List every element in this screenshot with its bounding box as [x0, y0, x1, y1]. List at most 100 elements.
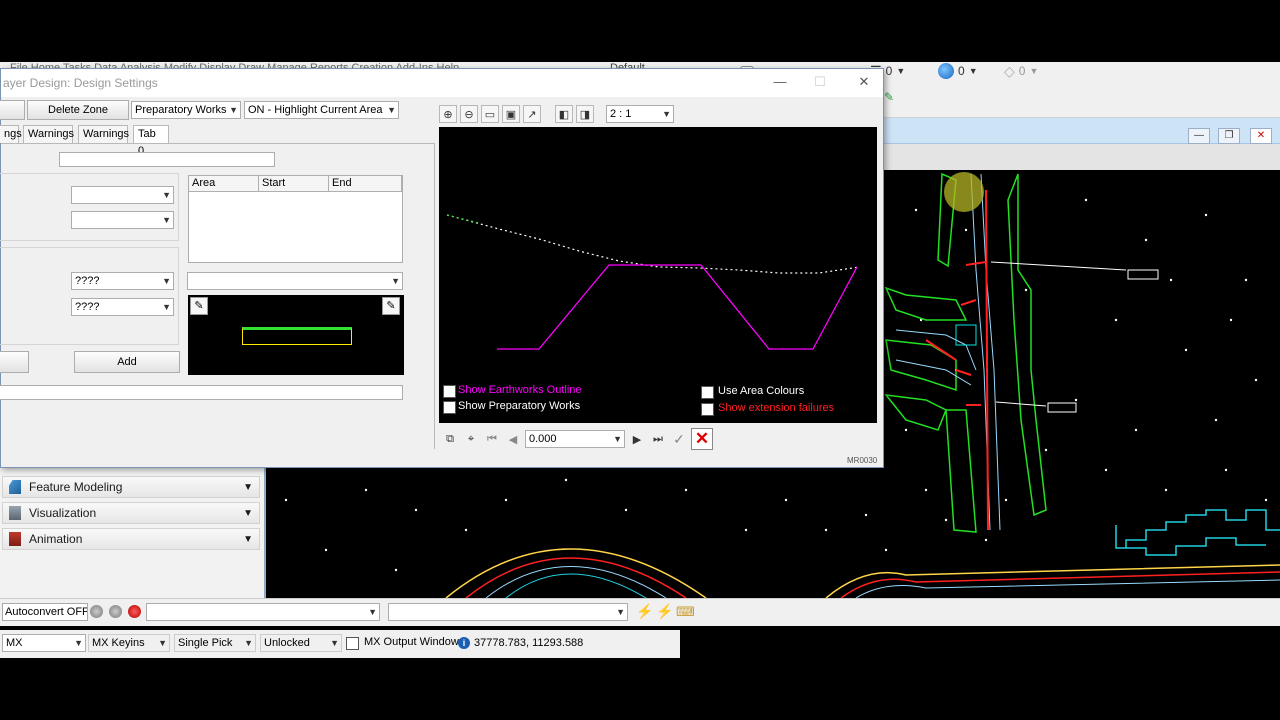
dialog-close-button[interactable]: ✕ — [853, 73, 875, 91]
combo-upper-1[interactable]: ▼ — [71, 186, 174, 204]
macro-icon[interactable]: ⌨ — [676, 604, 695, 620]
highlight-select[interactable]: ON - Highlight Current Area ▼ — [244, 101, 399, 119]
zoom-in-icon[interactable]: ⊕ — [439, 105, 457, 123]
chevron-down-icon: ▼ — [330, 638, 339, 648]
next-view-icon[interactable]: ◨ — [576, 105, 594, 123]
command-input[interactable]: ▼ — [146, 603, 380, 621]
record-red-icon[interactable] — [128, 605, 141, 618]
lock-select[interactable]: Unlocked ▼ — [260, 634, 342, 652]
next-icon[interactable]: ▶ — [628, 430, 646, 448]
chevron-down-icon: ▼ — [158, 638, 167, 648]
name-field[interactable] — [59, 152, 275, 167]
left-clipped-action-button[interactable] — [0, 351, 29, 373]
first-icon[interactable]: ⏮ — [483, 430, 501, 448]
zoom-out-icon[interactable]: ⊖ — [460, 105, 478, 123]
chainage-select[interactable]: 0.000 ▼ — [525, 430, 625, 448]
tab-warnings-1[interactable]: Warnings — [23, 125, 74, 143]
counter-group-2[interactable]: 0 ▼ — [938, 62, 978, 80]
drawing-minimize-button[interactable]: — — [1188, 128, 1210, 144]
chevron-down-icon: ▼ — [162, 276, 171, 286]
pick-select[interactable]: Single Pick ▼ — [174, 634, 256, 652]
dialog-title[interactable]: ayer Design: Design Settings — [1, 69, 883, 97]
dialog-minimize-button[interactable]: — — [769, 73, 791, 91]
edit-section-icon[interactable]: ✎ — [382, 297, 400, 315]
previous-icon[interactable]: ◀ — [504, 430, 522, 448]
chevron-down-icon: ▼ — [243, 481, 253, 493]
left-clipped-button[interactable] — [0, 100, 25, 120]
preparatory-works-select[interactable]: Preparatory Works ▼ — [131, 101, 241, 119]
extension-failures-checkbox[interactable] — [701, 403, 714, 416]
tab-0[interactable]: Tab 0 — [133, 125, 169, 157]
eraser-icon: ◇ — [1004, 62, 1015, 79]
extension-failures-label: Show extension failures — [718, 402, 835, 414]
record-grey-icon[interactable] — [109, 605, 122, 618]
left-group-lower — [0, 247, 179, 345]
last-icon[interactable]: ⏭ — [649, 430, 667, 448]
tab-settings[interactable]: ngs — [0, 125, 22, 143]
camera-icon[interactable]: ⧉ — [441, 430, 459, 448]
area-table[interactable]: Area Start End — [188, 175, 403, 263]
record-grey-icon[interactable] — [90, 605, 103, 618]
zoom-window-icon[interactable]: ▭ — [481, 105, 499, 123]
chevron-down-icon: ▼ — [613, 434, 622, 444]
mode-select[interactable]: MX ▼ — [2, 634, 86, 652]
chevron-down-icon: ▼ — [243, 533, 253, 545]
preparatory-works-checkbox[interactable] — [443, 401, 456, 414]
cross-section-preview[interactable]: Show Earthworks Outline Show Preparatory… — [439, 127, 877, 423]
coordinates-readout: 37778.783, 11293.588 — [474, 637, 584, 649]
zoom-extents-icon[interactable]: ▣ — [502, 105, 520, 123]
cursor-highlight — [944, 172, 984, 212]
keyins-select[interactable]: MX Keyins ▼ — [88, 634, 170, 652]
animation-icon — [9, 532, 21, 546]
pick-location-icon[interactable]: ⌖ — [462, 430, 480, 448]
dialog-maximize-button[interactable]: ☐ — [809, 73, 831, 91]
description-field[interactable] — [0, 385, 403, 400]
accept-icon[interactable]: ✓ — [670, 430, 688, 448]
area-table-header: Area Start End — [189, 176, 402, 192]
chevron-down-icon: ▼ — [244, 638, 253, 648]
snap-icon[interactable]: ✎ — [884, 90, 894, 104]
chevron-down-icon: ▼ — [368, 607, 377, 617]
previous-view-icon[interactable]: ◧ — [555, 105, 573, 123]
area-colours-checkbox[interactable] — [701, 386, 714, 399]
output-window-checkbox[interactable] — [346, 637, 359, 650]
earthworks-outline-checkbox[interactable] — [443, 385, 456, 398]
output-window-label: MX Output Window — [364, 636, 459, 648]
feature-modeling-icon — [9, 480, 21, 494]
explorer-item-visualization[interactable]: Visualization ▼ — [2, 502, 260, 524]
cancel-icon[interactable]: ✕ — [691, 428, 713, 450]
chevron-down-icon: ▼ — [162, 302, 171, 312]
counter-group-3[interactable]: ◇ 0 ▼ — [1004, 62, 1038, 80]
pan-icon[interactable]: ↗ — [523, 105, 541, 123]
navigation-bar: ⧉ ⌖ ⏮ ◀ 0.000 ▼ ▶ ⏭ ✓ ✕ — [441, 428, 741, 450]
extension-failure-marks — [925, 189, 989, 531]
area-select[interactable]: ▼ — [187, 272, 403, 290]
lightning-multi-icon[interactable]: ⚡ — [656, 603, 673, 620]
delete-zone-button[interactable]: Delete Zone — [27, 100, 129, 120]
left-group-upper — [0, 173, 179, 241]
visualization-icon — [9, 506, 21, 520]
command-history-select[interactable]: ▼ — [388, 603, 628, 621]
col-end[interactable]: End — [329, 176, 402, 191]
add-button[interactable]: Add — [74, 351, 180, 373]
combo-upper-2[interactable]: ▼ — [71, 211, 174, 229]
drawing-restore-button[interactable]: ❐ — [1218, 128, 1240, 144]
explorer-item-animation[interactable]: Animation ▼ — [2, 528, 260, 550]
lightning-icon[interactable]: ⚡ — [636, 603, 653, 620]
tab-warnings-2[interactable]: Warnings — [78, 125, 129, 143]
col-start[interactable]: Start — [259, 176, 329, 191]
col-area[interactable]: Area — [189, 176, 259, 191]
combo-a[interactable]: ???? ▼ — [71, 272, 174, 290]
info-icon: i — [458, 637, 470, 649]
autoconvert-toggle[interactable]: Autoconvert OFF — [2, 603, 88, 621]
pick-select-value: Single Pick — [178, 637, 233, 649]
explorer-item-feature-modeling[interactable]: Feature Modeling ▼ — [2, 476, 260, 498]
chevron-down-icon: ▼ — [243, 507, 253, 519]
drawing-close-button[interactable]: ✕ — [1250, 128, 1272, 144]
chevron-down-icon: ▼ — [1029, 66, 1039, 76]
new-section-icon[interactable]: ✎ — [190, 297, 208, 315]
area-colours-label: Use Area Colours — [718, 385, 805, 397]
road-centerlines — [895, 173, 1001, 531]
scale-select[interactable]: 2 : 1 ▼ — [606, 105, 674, 123]
combo-b[interactable]: ???? ▼ — [71, 298, 174, 316]
